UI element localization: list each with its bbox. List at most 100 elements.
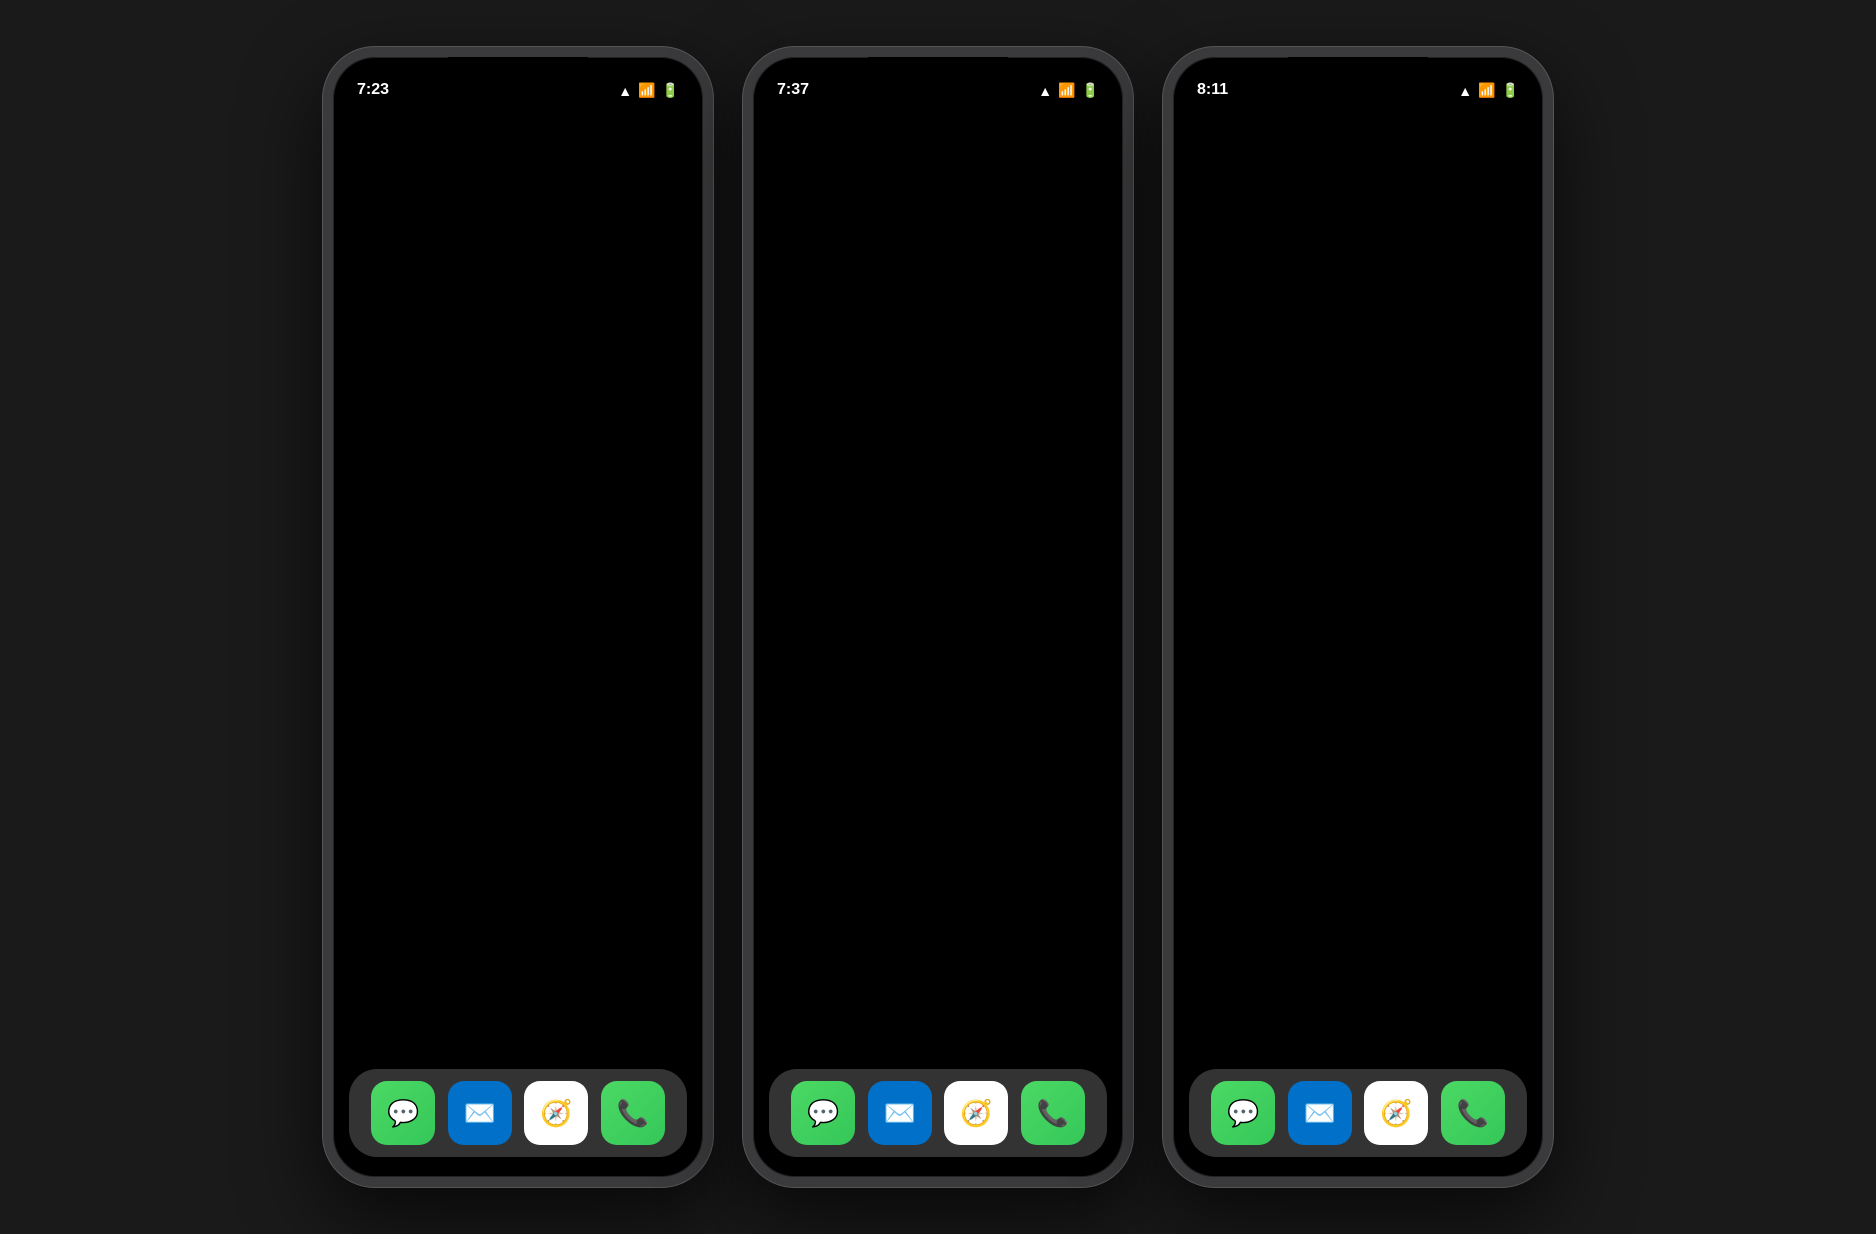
dock-1: 💬 ✉️ 🧭 📞 bbox=[349, 1069, 687, 1157]
calendar-icon-3[interactable]: Monday 22 bbox=[1455, 509, 1523, 577]
clock-hour-2 bbox=[790, 655, 803, 664]
slack-icon-1[interactable]: # bbox=[528, 283, 596, 351]
translate-icon-2[interactable]: A文 bbox=[948, 285, 1016, 353]
weather-bar bbox=[361, 205, 675, 213]
mail-icon-1[interactable]: ✉️ bbox=[448, 1081, 512, 1145]
youtube-icon-3[interactable] bbox=[1450, 113, 1518, 181]
home-icon-2[interactable]: 🏠 bbox=[1035, 374, 1103, 442]
translate-icon-1[interactable]: A文 bbox=[353, 372, 421, 440]
youtube-icon-1[interactable] bbox=[440, 283, 508, 351]
reminders-icon-3[interactable]: 🔴 bbox=[1280, 509, 1348, 577]
dock-messages-3[interactable]: 💬 bbox=[1211, 1081, 1275, 1145]
settings-icon-2[interactable]: ⚙️ bbox=[1035, 285, 1103, 353]
mail-icon-3[interactable]: ✉️ bbox=[1288, 1081, 1352, 1145]
maps-icon-2[interactable]: 🗺 bbox=[773, 285, 841, 353]
reminders-icon-1[interactable]: 🔴 bbox=[615, 372, 683, 440]
messages-icon-1[interactable]: 💬 bbox=[371, 1081, 435, 1145]
maps-icon-1[interactable]: 🗺 bbox=[353, 283, 421, 351]
podcast-mic-icon-2: 🎙 bbox=[885, 493, 905, 513]
phone-icon-3[interactable]: 📞 bbox=[1441, 1081, 1505, 1145]
dock-phone-2[interactable]: 📞 bbox=[1021, 1081, 1085, 1145]
podcast-host-2: Ali Abdaal bbox=[821, 483, 865, 493]
battery-icon-3: 🔋 bbox=[1502, 82, 1519, 99]
dock-safari-1[interactable]: 🧭 bbox=[524, 1081, 588, 1145]
page-dots-2 bbox=[753, 1060, 1123, 1067]
music-title-1: The New Abnormal bbox=[517, 543, 641, 557]
music-art-1 bbox=[517, 473, 581, 537]
youtube-icon-2[interactable] bbox=[860, 285, 928, 353]
settings-icon-1[interactable]: ⚙️ bbox=[440, 372, 508, 440]
status-time-1: 7:23 bbox=[357, 81, 389, 99]
slack-icon-3[interactable]: # bbox=[1193, 420, 1261, 488]
dock-safari-2[interactable]: 🧭 bbox=[944, 1081, 1008, 1145]
messages-icon-2[interactable]: 💬 bbox=[791, 1081, 855, 1145]
clock-icon-2[interactable] bbox=[769, 629, 837, 697]
clock-min-3 bbox=[1401, 542, 1418, 553]
safari-icon-3[interactable]: 🧭 bbox=[1364, 1081, 1428, 1145]
translate-icon-3[interactable]: A文 bbox=[1355, 206, 1423, 274]
dock-mail-1[interactable]: ✉️ bbox=[448, 1081, 512, 1145]
time-815: 8:15 bbox=[581, 217, 602, 229]
location-icon: ↑ bbox=[361, 125, 367, 137]
wifi-icon-1: 📶 bbox=[638, 82, 655, 99]
podcast-widget-2[interactable]: 1H 47M LEFT Ali Abdaal 🎙 Podcasts bbox=[769, 463, 917, 624]
photos-icon-3[interactable] bbox=[1368, 420, 1436, 488]
notes-icon-1[interactable]: 📝 bbox=[528, 372, 596, 440]
maps-icon-3[interactable]: 🗺 bbox=[1355, 113, 1423, 181]
dock-safari-3[interactable]: 🧭 bbox=[1364, 1081, 1428, 1145]
notes-icon-3[interactable]: 📝 bbox=[1193, 509, 1261, 577]
home-icon-3[interactable]: 🏠 bbox=[1455, 420, 1523, 488]
dock-messages-1[interactable]: 💬 bbox=[371, 1081, 435, 1145]
podcast-time-left-2: 1H 47M LEFT bbox=[812, 473, 874, 483]
dot-1-active bbox=[508, 1060, 515, 1067]
photos-icon-1[interactable] bbox=[349, 461, 417, 529]
dock-mail-3[interactable]: ✉️ bbox=[1288, 1081, 1352, 1145]
signal-icon-2: ▲ bbox=[1038, 83, 1052, 99]
yt-play-button-2 bbox=[885, 306, 907, 332]
safari-icon-2[interactable]: 🧭 bbox=[944, 1081, 1008, 1145]
reminders-icon-2[interactable]: 🔴 bbox=[1032, 463, 1100, 531]
weather-widget-1[interactable]: ↑ 80° ☁️ Expect rain in the next hour In… bbox=[349, 113, 687, 253]
slack-icon-2[interactable]: # bbox=[773, 374, 841, 442]
messages-icon-3[interactable]: 💬 bbox=[1211, 1081, 1275, 1145]
safari-icon-1[interactable]: 🧭 bbox=[524, 1081, 588, 1145]
dock-mail-2[interactable]: ✉️ bbox=[868, 1081, 932, 1145]
phone-2-screen: 7:37 ▲ 📶 🔋 The New Abnormal The Strokes … bbox=[753, 57, 1123, 1177]
calendar-icon-1[interactable]: Monday 22 bbox=[427, 627, 495, 695]
clock-icon-1[interactable] bbox=[349, 627, 417, 695]
camera-icon-2[interactable]: 📷 bbox=[860, 374, 928, 442]
signal-icon-1: ▲ bbox=[618, 83, 632, 99]
podcast-widget-inner-2: 1H 47M LEFT Ali Abdaal 🎙 bbox=[769, 463, 917, 611]
calendar-icon-2[interactable]: Monday 22 bbox=[847, 629, 915, 697]
music-widget-small-1[interactable]: The New Abnormal The Strokes ♪ Music bbox=[505, 461, 653, 622]
page-dots-1 bbox=[333, 1060, 703, 1067]
dot-1-inactive bbox=[521, 1060, 528, 1067]
dock-phone-1[interactable]: 📞 bbox=[601, 1081, 665, 1145]
clock-face-2 bbox=[778, 638, 828, 688]
weather-times: Now 7:45 8:00 8:15 8:30 bbox=[361, 217, 675, 229]
status-icons-2: ▲ 📶 🔋 bbox=[1038, 82, 1099, 99]
calendar-day-3: 22 bbox=[1474, 534, 1505, 562]
dot-3-active bbox=[1348, 1060, 1355, 1067]
status-time-2: 7:37 bbox=[777, 81, 809, 99]
calendar-day-2: 22 bbox=[865, 654, 896, 682]
camera-icon-1[interactable]: 📷 bbox=[615, 283, 683, 351]
music-artist-1: The Strokes bbox=[517, 558, 641, 570]
phone-3: 8:11 ▲ 📶 🔋 📱 🎧 🎧 bbox=[1163, 47, 1553, 1187]
photos-icon-2[interactable] bbox=[948, 374, 1016, 442]
battery-icon-2: 🔋 bbox=[1082, 82, 1099, 99]
phone-icon-1[interactable]: 📞 bbox=[601, 1081, 665, 1145]
phone-icon-2[interactable]: 📞 bbox=[1021, 1081, 1085, 1145]
signal-icon-3: ▲ bbox=[1458, 83, 1472, 99]
dot-3-inactive bbox=[1361, 1060, 1368, 1067]
mail-icon-2[interactable]: ✉️ bbox=[868, 1081, 932, 1145]
dock-messages-2[interactable]: 💬 bbox=[791, 1081, 855, 1145]
settings-icon-3[interactable]: ⚙️ bbox=[1450, 206, 1518, 274]
clock-icon-3[interactable] bbox=[1368, 509, 1436, 577]
dock-phone-3[interactable]: 📞 bbox=[1441, 1081, 1505, 1145]
time-745: 7:45 bbox=[435, 217, 456, 229]
status-icons-3: ▲ 📶 🔋 bbox=[1458, 82, 1519, 99]
camera-icon-3[interactable]: 📷 bbox=[1280, 420, 1348, 488]
notes-icon-2[interactable]: 📝 bbox=[941, 463, 1009, 531]
home-icon-1[interactable]: 🏠 bbox=[427, 461, 495, 529]
